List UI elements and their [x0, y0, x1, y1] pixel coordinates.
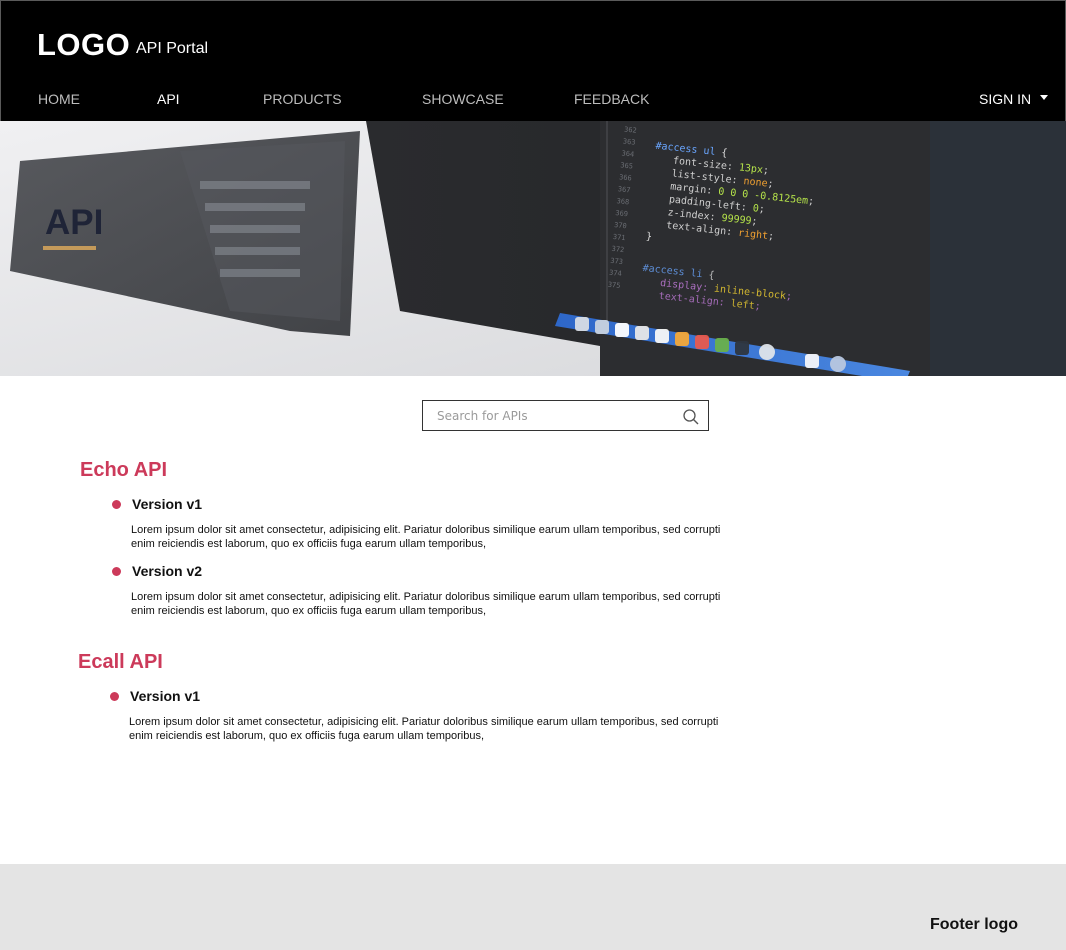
hero-banner: 362 363 364 365 366 367 368 369 370 371 372 373 …	[0, 121, 1066, 376]
svg-text:}: }	[645, 231, 652, 243]
nav-api[interactable]: API	[157, 91, 180, 107]
version-description: Lorem ipsum dolor sit amet consectetur, …	[131, 591, 721, 617]
svg-text:371: 371	[612, 233, 625, 242]
nav-showcase[interactable]: SHOWCASE	[422, 91, 504, 107]
version-description: Lorem ipsum dolor sit amet consectetur, …	[129, 716, 719, 742]
bullet-icon	[112, 500, 121, 509]
search-icon[interactable]	[682, 408, 700, 426]
svg-text:368: 368	[616, 197, 629, 206]
svg-text:365: 365	[620, 161, 633, 170]
bullet-icon	[112, 567, 121, 576]
version-link-echo-v2[interactable]: Version v2	[132, 563, 202, 579]
svg-text:372: 372	[611, 245, 624, 254]
nav-products[interactable]: PRODUCTS	[263, 91, 342, 107]
footer-logo: Footer logo	[930, 916, 1018, 933]
nav-home[interactable]: HOME	[38, 91, 80, 107]
header: LOGO API Portal HOME API PRODUCTS SHOWCA…	[0, 0, 1066, 121]
page-title: API	[45, 203, 104, 242]
svg-text:373: 373	[610, 257, 623, 266]
chevron-down-icon[interactable]	[1040, 95, 1048, 100]
nav-feedback[interactable]: FEEDBACK	[574, 91, 649, 107]
sign-in-button[interactable]: SIGN IN	[979, 91, 1031, 107]
site-logo[interactable]: LOGO	[37, 27, 130, 63]
footer: Footer logo	[0, 864, 1066, 950]
api-title-echo[interactable]: Echo API	[80, 459, 167, 482]
svg-text:375: 375	[607, 281, 620, 290]
portal-name: API Portal	[136, 40, 209, 57]
svg-text:370: 370	[614, 221, 627, 230]
svg-text:363: 363	[622, 137, 635, 146]
search-input[interactable]	[437, 407, 677, 425]
title-underline	[43, 246, 96, 250]
svg-text:367: 367	[617, 185, 630, 194]
svg-text:374: 374	[609, 269, 622, 278]
hero-background-image: 362363364 365366367 368369370 371372373 …	[0, 121, 1066, 376]
svg-text:369: 369	[615, 209, 628, 218]
svg-text:366: 366	[619, 173, 632, 182]
version-description: Lorem ipsum dolor sit amet consectetur, …	[131, 524, 721, 550]
svg-text:364: 364	[621, 149, 634, 158]
search-box	[422, 400, 709, 431]
api-title-ecall[interactable]: Ecall API	[78, 651, 163, 674]
version-link-ecall-v1[interactable]: Version v1	[130, 688, 200, 704]
svg-text:362: 362	[624, 126, 637, 135]
version-link-echo-v1[interactable]: Version v1	[132, 496, 202, 512]
bullet-icon	[110, 692, 119, 701]
